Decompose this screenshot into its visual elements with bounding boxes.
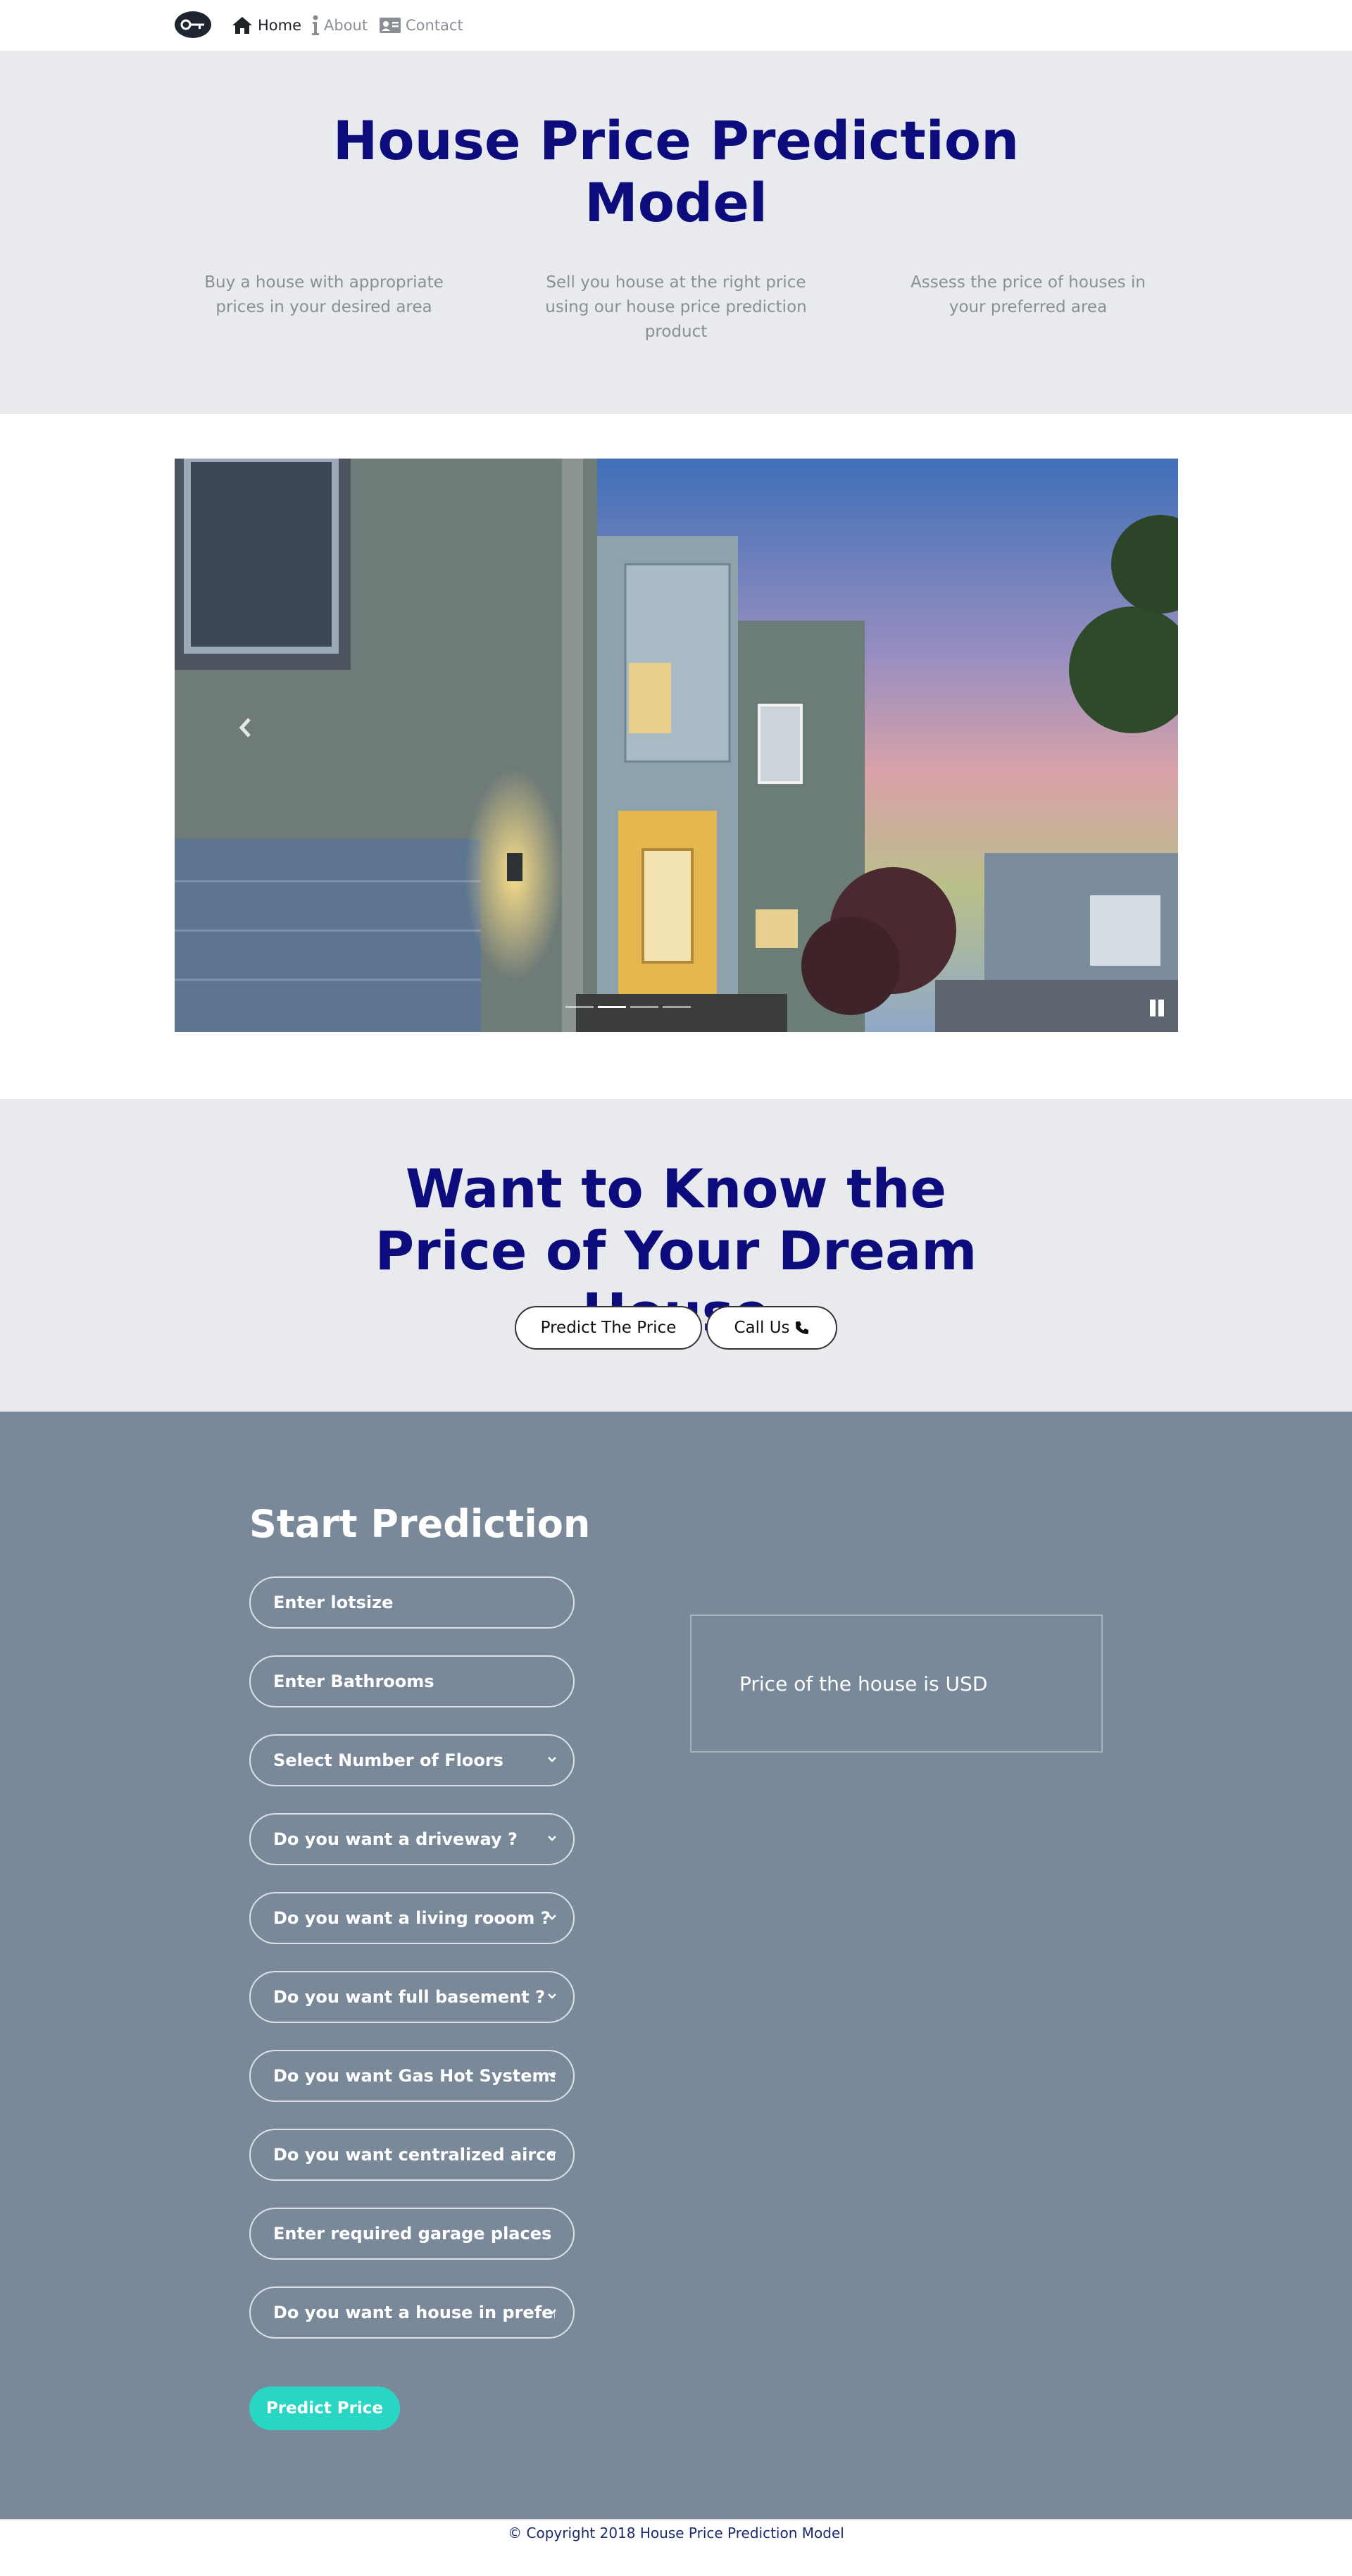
living-room-select[interactable]: Do you want a living rooom ? (249, 1892, 575, 1944)
nav-about-label: About (324, 17, 368, 34)
chevron-down-icon (548, 1836, 556, 1841)
image-carousel[interactable] (175, 459, 1178, 1032)
call-us-button[interactable]: Call Us (706, 1306, 837, 1350)
lotsize-input[interactable]: Enter lotsize (249, 1576, 575, 1629)
chevron-down-icon (548, 2151, 556, 2157)
chevron-down-icon (548, 2072, 556, 2078)
bathrooms-input[interactable]: Enter Bathrooms (249, 1655, 575, 1707)
carousel-indicator[interactable] (565, 1006, 594, 1008)
prediction-section: Start Prediction Enter lotsize Enter Bat… (0, 1412, 1352, 2519)
basement-select[interactable]: Do you want full basement ? (249, 1971, 575, 2023)
key-icon[interactable] (175, 11, 211, 39)
garage-places-input[interactable]: Enter required garage places (249, 2208, 575, 2260)
aircon-select[interactable]: Do you want centralized aircon (249, 2129, 575, 2181)
carousel-prev-button[interactable] (231, 707, 259, 749)
hero-title: House Price Prediction Model (332, 109, 1020, 234)
home-icon (232, 17, 252, 34)
phone-icon (795, 1321, 808, 1334)
gas-hot-water-select[interactable]: Do you want Gas Hot Systems ? (249, 2050, 575, 2102)
footer: © Copyright 2018 House Price Prediction … (0, 2519, 1352, 2576)
predict-the-price-label: Predict The Price (540, 1319, 677, 1337)
nav-home[interactable]: Home (231, 14, 301, 37)
feature-buy: Buy a house with appropriate prices in y… (204, 273, 444, 316)
carousel-indicator[interactable] (630, 1006, 658, 1008)
price-result-box: Price of the house is USD (690, 1614, 1103, 1753)
feature-assess: Assess the price of houses in your prefe… (910, 273, 1146, 316)
chevron-down-icon (548, 2309, 556, 2315)
chevron-left-icon (239, 718, 251, 738)
carousel-indicators (565, 1006, 691, 1008)
driveway-select[interactable]: Do you want a driveway ? (249, 1813, 575, 1865)
floors-select[interactable]: Select Number of Floors (249, 1734, 575, 1786)
predict-price-label: Predict Price (265, 2399, 384, 2418)
price-result-text: Price of the house is USD (739, 1672, 988, 1695)
nav-contact[interactable]: Contact (379, 14, 463, 37)
nav-about[interactable]: About (311, 14, 368, 37)
info-icon (312, 15, 319, 35)
nav-contact-label: Contact (406, 17, 463, 34)
top-nav: Home About Contact (0, 0, 1352, 51)
chevron-down-icon (548, 1915, 556, 1920)
predict-the-price-button[interactable]: Predict The Price (515, 1306, 702, 1350)
house-photo (175, 459, 1178, 1032)
feature-sell: Sell you house at the right price using … (545, 273, 807, 341)
pause-icon[interactable] (1148, 1000, 1165, 1016)
nav-home-label: Home (258, 17, 302, 34)
carousel-indicator[interactable] (663, 1006, 691, 1008)
predict-price-button[interactable]: Predict Price (249, 2387, 400, 2430)
hero-section: House Price Prediction Model Buy a house… (0, 51, 1352, 414)
preferred-area-select[interactable]: Do you want a house in preferre (249, 2286, 575, 2339)
carousel-indicator[interactable] (598, 1006, 626, 1008)
call-us-label: Call Us (734, 1319, 790, 1337)
copyright-text: © Copyright 2018 House Price Prediction … (508, 2525, 844, 2541)
chevron-down-icon (548, 1757, 556, 1762)
chevron-down-icon (548, 1993, 556, 1999)
prediction-title: Start Prediction (249, 1502, 591, 1546)
cta-section: Want to Know the Price of Your Dream Hou… (0, 1099, 1352, 1412)
contact-card-icon (380, 18, 401, 33)
